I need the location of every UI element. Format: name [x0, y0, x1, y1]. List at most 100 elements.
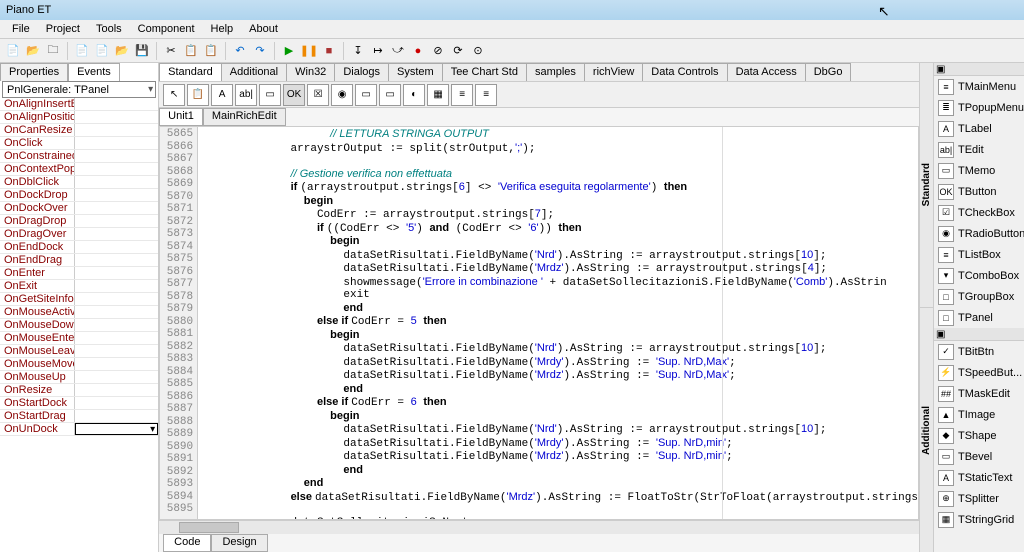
comp-icon[interactable]: ≡	[475, 84, 497, 106]
file2-icon[interactable]: 📄	[93, 42, 111, 60]
pause-icon[interactable]: ❚❚	[300, 42, 318, 60]
event-row[interactable]: OnStartDock	[0, 397, 158, 410]
event-row[interactable]: OnExit	[0, 280, 158, 293]
dbg1-icon[interactable]: ⊘	[429, 42, 447, 60]
comp-tab-dbgo[interactable]: DbGo	[805, 63, 852, 81]
undo-icon[interactable]: ↶	[231, 42, 249, 60]
paste-icon[interactable]: 📋	[202, 42, 220, 60]
unit-tab-unit1[interactable]: Unit1	[159, 108, 203, 126]
palette-item[interactable]: ⊕TSplitter	[934, 488, 1024, 509]
event-value[interactable]	[75, 228, 158, 240]
event-value[interactable]	[75, 137, 158, 149]
event-value[interactable]	[75, 111, 158, 123]
comp-icon[interactable]: ◐	[403, 84, 425, 106]
step3-icon[interactable]: ⤻	[389, 42, 407, 60]
menu-component[interactable]: Component	[130, 21, 203, 37]
palette-item[interactable]: ≡TMainMenu	[934, 76, 1024, 97]
event-row[interactable]: OnResize	[0, 384, 158, 397]
event-value[interactable]	[75, 280, 158, 292]
palette-item[interactable]: ≣TPopupMenu	[934, 97, 1024, 118]
step2-icon[interactable]: ↦	[369, 42, 387, 60]
event-row[interactable]: OnClick	[0, 137, 158, 150]
event-value[interactable]	[75, 176, 158, 188]
event-row[interactable]: OnCanResize	[0, 124, 158, 137]
hscrollbar[interactable]	[159, 520, 919, 534]
menu-project[interactable]: Project	[38, 21, 88, 37]
event-row[interactable]: OnMouseLeave	[0, 345, 158, 358]
event-value[interactable]	[75, 163, 158, 175]
open-icon[interactable]: 📂	[24, 42, 42, 60]
palette-item[interactable]: □TGroupBox	[934, 286, 1024, 307]
palette-item[interactable]: ▾TComboBox	[934, 265, 1024, 286]
event-value[interactable]	[75, 254, 158, 266]
event-value[interactable]	[75, 371, 158, 383]
events-tab[interactable]: Events	[68, 63, 120, 81]
comp-icon[interactable]: ▦	[427, 84, 449, 106]
run-icon[interactable]: ▶	[280, 42, 298, 60]
event-row[interactable]: OnUnDock	[0, 423, 158, 436]
comp-icon[interactable]: ▭	[379, 84, 401, 106]
event-value[interactable]	[75, 150, 158, 162]
event-row[interactable]: OnMouseActivate	[0, 306, 158, 319]
event-row[interactable]: OnConstrained...	[0, 150, 158, 163]
properties-tab[interactable]: Properties	[0, 63, 68, 81]
comp-tab-additional[interactable]: Additional	[221, 63, 287, 81]
event-value[interactable]	[75, 98, 158, 110]
break-icon[interactable]: ●	[409, 42, 427, 60]
group-additional[interactable]: Additional	[921, 403, 932, 458]
comp-tab-standard[interactable]: Standard	[159, 63, 222, 81]
event-value[interactable]	[75, 332, 158, 344]
event-value[interactable]	[75, 345, 158, 357]
copy-icon[interactable]: 📋	[182, 42, 200, 60]
event-value[interactable]	[75, 267, 158, 279]
palette-item[interactable]: ▭TMemo	[934, 160, 1024, 181]
palette-item[interactable]: ##TMaskEdit	[934, 383, 1024, 404]
comp-icon[interactable]: OK	[283, 84, 305, 106]
event-value[interactable]	[75, 410, 158, 422]
menu-help[interactable]: Help	[203, 21, 242, 37]
palette-item[interactable]: ✓TBitBtn	[934, 341, 1024, 362]
event-value[interactable]	[75, 189, 158, 201]
event-value[interactable]	[75, 306, 158, 318]
comp-tab-datacontrols[interactable]: Data Controls	[642, 63, 727, 81]
palette-category[interactable]: ▣	[934, 63, 1024, 76]
palette-item[interactable]: ATLabel	[934, 118, 1024, 139]
palette-item[interactable]: ATStaticText	[934, 467, 1024, 488]
comp-tab-win32[interactable]: Win32	[286, 63, 335, 81]
comp-icon[interactable]: 📋	[187, 84, 209, 106]
event-row[interactable]: OnDragOver	[0, 228, 158, 241]
event-value[interactable]	[75, 124, 158, 136]
event-row[interactable]: OnDockOver	[0, 202, 158, 215]
folder-icon[interactable]: 🗀	[44, 42, 62, 60]
palette-item[interactable]: ▦TStringGrid	[934, 509, 1024, 530]
event-row[interactable]: OnMouseUp	[0, 371, 158, 384]
event-row[interactable]: OnMouseEnter	[0, 332, 158, 345]
palette-item[interactable]: □TPanel	[934, 307, 1024, 328]
event-row[interactable]: OnEnter	[0, 267, 158, 280]
redo-icon[interactable]: ↷	[251, 42, 269, 60]
event-value[interactable]	[75, 293, 158, 305]
comp-icon[interactable]: ≡	[451, 84, 473, 106]
event-value[interactable]	[75, 202, 158, 214]
comp-icon[interactable]: ◉	[331, 84, 353, 106]
event-row[interactable]: OnStartDrag	[0, 410, 158, 423]
mode-tab-code[interactable]: Code	[163, 534, 211, 552]
comp-tab-teechartstd[interactable]: Tee Chart Std	[442, 63, 527, 81]
mode-tab-design[interactable]: Design	[211, 534, 267, 552]
comp-icon[interactable]: ▭	[355, 84, 377, 106]
comp-tab-system[interactable]: System	[388, 63, 443, 81]
event-value[interactable]	[75, 397, 158, 409]
comp-tab-dialogs[interactable]: Dialogs	[334, 63, 389, 81]
event-row[interactable]: OnGetSiteInfo	[0, 293, 158, 306]
pointer-icon[interactable]: ↖	[163, 84, 185, 106]
code-area[interactable]: // LETTURA STRINGA OUTPUT arraystrOutput…	[198, 127, 918, 519]
stop-icon[interactable]: ■	[320, 42, 338, 60]
step-icon[interactable]: ↧	[349, 42, 367, 60]
event-row[interactable]: OnMouseDown	[0, 319, 158, 332]
menu-file[interactable]: File	[4, 21, 38, 37]
event-row[interactable]: OnContextPopup	[0, 163, 158, 176]
palette-item[interactable]: ⚡TSpeedBut...	[934, 362, 1024, 383]
palette-item[interactable]: ▭TBevel	[934, 446, 1024, 467]
comp-icon[interactable]: A	[211, 84, 233, 106]
comp-icon[interactable]: ab|	[235, 84, 257, 106]
